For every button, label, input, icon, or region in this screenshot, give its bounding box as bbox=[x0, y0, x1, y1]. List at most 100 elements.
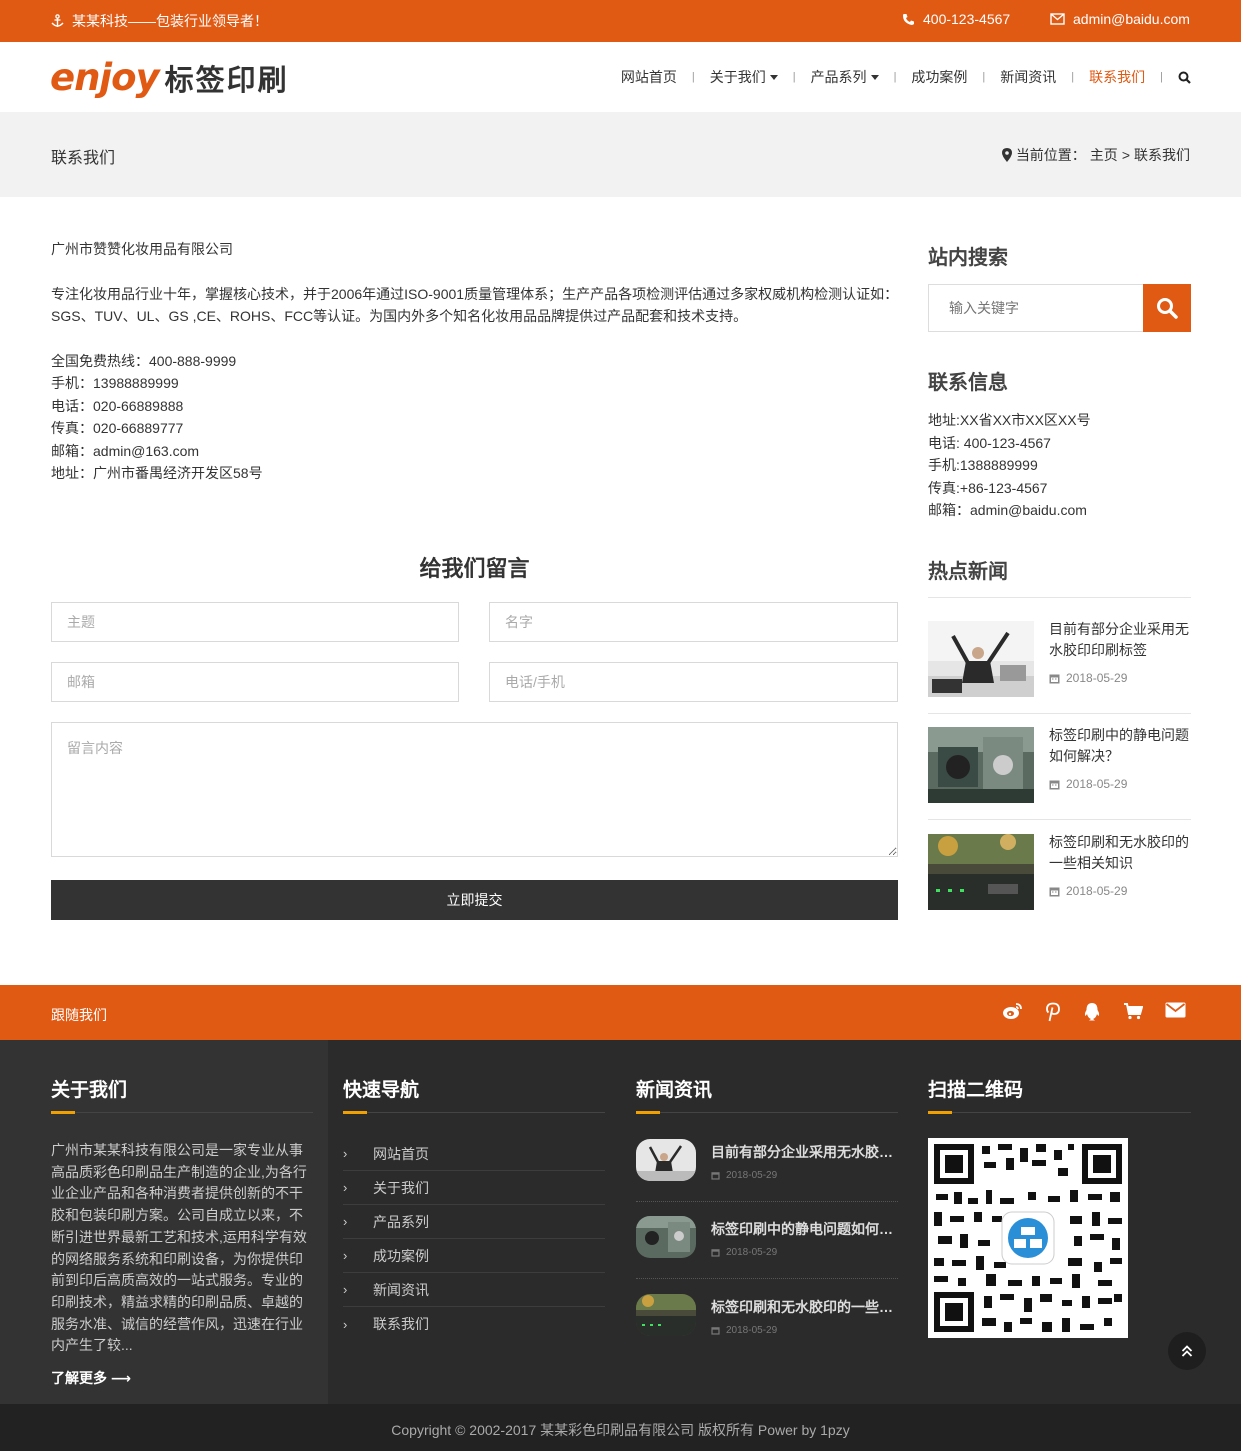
footer-nav-label: 新闻资讯 bbox=[373, 1281, 429, 1298]
main-nav: 网站首页 | 关于我们 | 产品系列 | 成功案例 | 新闻资讯 | 联系我们 … bbox=[621, 67, 1191, 87]
divider bbox=[51, 1112, 313, 1113]
top-phone[interactable]: 400-123-4567 bbox=[902, 11, 1010, 27]
hot-news-date-text: 2018-05-29 bbox=[1066, 777, 1128, 791]
breadcrumb-current: 联系我们 bbox=[1134, 147, 1190, 163]
footer-nav-title: 快速导航 bbox=[343, 1080, 420, 1101]
nav-news[interactable]: 新闻资讯 bbox=[1000, 67, 1056, 87]
footer-news-title: 新闻资讯 bbox=[636, 1080, 713, 1101]
nav-search-button[interactable] bbox=[1178, 71, 1191, 84]
nav-products[interactable]: 产品系列 bbox=[811, 67, 879, 87]
site-logo[interactable]: enjoy 标签印刷 bbox=[50, 56, 289, 99]
nav-separator: | bbox=[792, 71, 796, 83]
breadcrumb-prefix: 当前位置： bbox=[1015, 147, 1086, 163]
news-thumbnail bbox=[928, 621, 1034, 697]
sidebar-mobile: 手机:1388889999 bbox=[928, 457, 1038, 473]
footer-nav-label: 网站首页 bbox=[373, 1145, 429, 1162]
sidebar-fax: 传真:+86-123-4567 bbox=[928, 479, 1048, 496]
contact-phone: 电话：020-66889888 bbox=[51, 397, 184, 414]
nav-products-label: 产品系列 bbox=[810, 69, 867, 85]
footer-nav-link[interactable]: › 新闻资讯 bbox=[343, 1273, 605, 1307]
title-underline bbox=[928, 1111, 952, 1114]
submit-button[interactable]: 立即提交 bbox=[51, 880, 898, 920]
caret-down-icon bbox=[870, 74, 879, 80]
nav-cases[interactable]: 成功案例 bbox=[911, 67, 967, 87]
footer-news-date: 2018-05-29 bbox=[711, 1170, 777, 1181]
hot-news-item[interactable]: 目前有部分企业采用无水胶印印刷标签 2018-05-29 bbox=[928, 621, 1191, 728]
message-textarea[interactable] bbox=[51, 722, 898, 857]
nav-contact[interactable]: 联系我们 bbox=[1089, 67, 1145, 87]
company-name: 广州市赞赞化妆用品有限公司 bbox=[51, 241, 233, 257]
footer-nav-link[interactable]: › 产品系列 bbox=[343, 1205, 605, 1239]
nav-about[interactable]: 关于我们 bbox=[710, 67, 778, 87]
learn-more-label: 了解更多 bbox=[51, 1370, 107, 1386]
hot-news-date: 2018-05-29 bbox=[1049, 671, 1127, 685]
contact-email: 邮箱：admin@163.com bbox=[51, 442, 200, 459]
nav-news-label: 新闻资讯 bbox=[1000, 69, 1057, 85]
anchor-icon bbox=[51, 14, 64, 27]
phone-input[interactable] bbox=[489, 662, 898, 702]
slogan: 某某科技——包装行业领导者！ bbox=[51, 11, 268, 31]
footer-news-item[interactable]: 标签印刷和无水胶印的一些相关知识 2018-05-29 bbox=[636, 1294, 898, 1372]
mail-icon[interactable] bbox=[1165, 1002, 1186, 1018]
back-to-top-button[interactable] bbox=[1168, 1332, 1206, 1370]
divider bbox=[636, 1112, 898, 1113]
nav-separator: | bbox=[1160, 71, 1163, 83]
weibo-icon[interactable] bbox=[1002, 1002, 1023, 1020]
footer-nav-link[interactable]: › 联系我们 bbox=[343, 1307, 605, 1341]
contact-info-title: 联系信息 bbox=[928, 372, 1008, 394]
news-thumbnail bbox=[636, 1216, 696, 1258]
footer-news-title: 目前有部分企业采用无水胶印印刷标签 bbox=[711, 1144, 898, 1160]
hot-news-date: 2018-05-29 bbox=[1049, 777, 1127, 791]
footer-nav-link[interactable]: › 关于我们 bbox=[343, 1171, 605, 1205]
footer: 关于我们 广州市某某科技有限公司是一家专业从事高品质彩色印刷品生产制造的企业,为… bbox=[0, 1040, 1241, 1404]
calendar-icon bbox=[1049, 887, 1060, 896]
slogan-text: 某某科技——包装行业领导者！ bbox=[72, 13, 268, 29]
subject-input[interactable] bbox=[51, 602, 459, 642]
follow-label: 跟随我们 bbox=[51, 1007, 107, 1023]
chevron-right-icon: › bbox=[343, 1214, 348, 1229]
company-intro: 专注化妆用品行业十年，掌握核心技术，并于2006年通过ISO-9001质量管理体… bbox=[51, 285, 899, 325]
breadcrumb-separator: > bbox=[1121, 147, 1130, 163]
site-search-button[interactable] bbox=[1143, 284, 1191, 332]
learn-more-link[interactable]: 了解更多 ⟶ bbox=[51, 1368, 131, 1388]
footer-nav-label: 关于我们 bbox=[373, 1179, 429, 1196]
site-search-input[interactable] bbox=[929, 285, 1143, 331]
nav-about-label: 关于我们 bbox=[709, 69, 766, 85]
calendar-icon bbox=[711, 1327, 720, 1335]
arrow-right-icon: ⟶ bbox=[110, 1370, 131, 1386]
contact-mobile: 手机：13988889999 bbox=[51, 375, 179, 391]
logo-cn: 标签印刷 bbox=[164, 64, 289, 97]
top-email[interactable]: admin@baidu.com bbox=[1050, 11, 1190, 27]
nav-home-label: 网站首页 bbox=[620, 69, 677, 85]
breadcrumb: 当前位置： 主页 > 联系我们 bbox=[1001, 145, 1190, 165]
footer-nav-link[interactable]: › 成功案例 bbox=[343, 1239, 605, 1273]
news-thumbnail bbox=[928, 727, 1034, 803]
qr-code bbox=[928, 1138, 1128, 1338]
footer-news-date: 2018-05-29 bbox=[711, 1325, 777, 1336]
breadcrumb-home[interactable]: 主页 bbox=[1090, 145, 1118, 165]
footer-nav-link[interactable]: › 网站首页 bbox=[343, 1137, 605, 1171]
email-input[interactable] bbox=[51, 662, 459, 702]
page-banner: 联系我们 当前位置： 主页 > 联系我们 bbox=[0, 112, 1241, 197]
top-bar: 某某科技——包装行业领导者！ 400-123-4567 admin@baidu.… bbox=[0, 0, 1241, 42]
qq-icon[interactable] bbox=[1083, 1002, 1101, 1022]
nav-contact-label: 联系我们 bbox=[1089, 69, 1146, 85]
envelope-icon bbox=[1050, 13, 1065, 25]
name-input[interactable] bbox=[489, 602, 898, 642]
hot-news-item[interactable]: 标签印刷和无水胶印的一些相关知识 2018-05-29 bbox=[928, 834, 1191, 941]
nav-cases-label: 成功案例 bbox=[911, 69, 968, 85]
top-phone-text: 400-123-4567 bbox=[923, 11, 1011, 27]
footer-news-item[interactable]: 标签印刷中的静电问题如何解决？ 2018-05-29 bbox=[636, 1216, 898, 1294]
nav-home[interactable]: 网站首页 bbox=[621, 67, 677, 87]
hot-news-item[interactable]: 标签印刷中的静电问题如何解决？ 2018-05-29 bbox=[928, 727, 1191, 834]
sidebar-address: 地址:XX省XX市XX区XX号 bbox=[928, 412, 1091, 428]
cart-icon[interactable] bbox=[1123, 1002, 1143, 1020]
top-email-text: admin@baidu.com bbox=[1073, 11, 1190, 27]
nav-separator: | bbox=[893, 71, 897, 83]
pinterest-icon[interactable] bbox=[1045, 1002, 1061, 1022]
footer-news-item[interactable]: 目前有部分企业采用无水胶印印刷标签 2018-05-29 bbox=[636, 1139, 898, 1217]
chevron-right-icon: › bbox=[343, 1180, 348, 1195]
social-icons bbox=[1002, 1002, 1186, 1022]
nav-separator: | bbox=[982, 71, 986, 83]
search-icon bbox=[1178, 71, 1191, 84]
